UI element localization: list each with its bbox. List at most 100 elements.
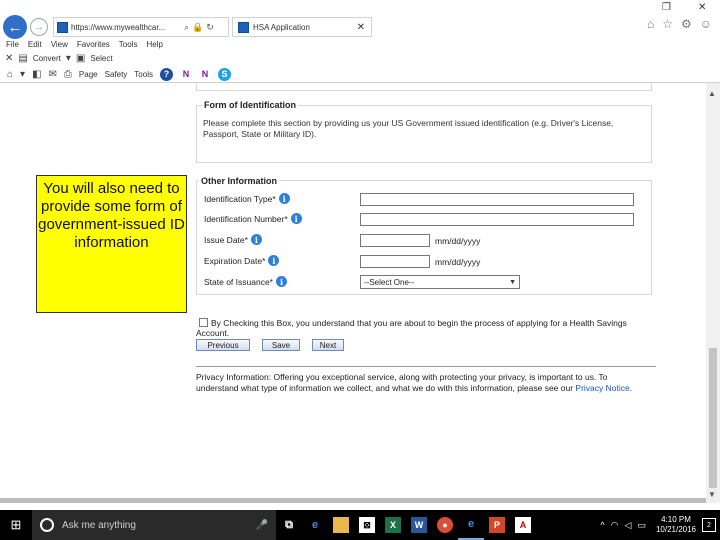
menu-file[interactable]: File	[6, 40, 19, 49]
close-window-icon[interactable]: ✕	[698, 2, 706, 13]
chrome-icon[interactable]: ●	[432, 510, 458, 540]
menu-tools[interactable]: Tools	[119, 40, 138, 49]
page-scrollbar[interactable]: ▲ ▼	[706, 83, 720, 503]
excel-logo-icon: X	[385, 517, 401, 533]
expiration-date-format: mm/dd/yyyy	[435, 257, 481, 267]
help-icon[interactable]: ?	[159, 67, 173, 81]
safety-menu[interactable]: Safety	[105, 70, 128, 79]
star-icon[interactable]: ☆	[662, 17, 673, 31]
clock-date: 10/21/2016	[655, 525, 696, 534]
mail-icon[interactable]: ✉	[49, 69, 57, 80]
state-row: State of Issuance* i	[204, 276, 287, 287]
info-icon[interactable]: i	[290, 213, 302, 224]
tutorial-callout: You will also need to provide some form …	[36, 175, 187, 313]
id-number-input[interactable]	[360, 213, 634, 226]
feeds-icon[interactable]: ◧	[32, 69, 41, 80]
extension-n-icon[interactable]: N	[180, 68, 192, 80]
chevron-up-icon[interactable]: ^	[600, 520, 604, 530]
convert-button[interactable]: Convert	[33, 54, 61, 63]
skype-icon[interactable]: S	[217, 67, 231, 81]
store-icon[interactable]: ⊠	[354, 510, 380, 540]
previous-section-box	[196, 83, 652, 91]
extension-n2-icon[interactable]: N	[199, 68, 211, 80]
address-bar[interactable]: https://www.mywealthcar... ⌕ 🔒 ↻	[53, 17, 229, 37]
network-icon[interactable]: ▭	[637, 520, 646, 531]
gear-icon[interactable]: ⚙	[681, 17, 692, 31]
state-select[interactable]: --Select One-- ▼	[360, 275, 520, 289]
print-icon[interactable]: ⎙	[64, 69, 72, 80]
privacy-period: .	[629, 382, 633, 393]
menu-bar: File Edit View Favorites Tools Help	[0, 38, 720, 51]
state-label: State of Issuance*	[204, 276, 273, 287]
restore-icon[interactable]: ❐	[662, 2, 671, 13]
info-icon[interactable]: i	[278, 193, 290, 204]
tools-menu[interactable]: Tools	[134, 70, 153, 79]
expiration-date-row: Expiration Date* i	[204, 255, 280, 266]
identification-legend: Form of Identification	[202, 100, 298, 110]
privacy-text: Privacy Information: Offering you except…	[196, 372, 608, 393]
menu-favorites[interactable]: Favorites	[77, 40, 110, 49]
menu-view[interactable]: View	[51, 40, 68, 49]
start-button[interactable]: ⊞	[0, 510, 32, 540]
edge-icon[interactable]: e	[302, 510, 328, 540]
menu-help[interactable]: Help	[146, 40, 162, 49]
task-view-icon[interactable]: ⧉	[276, 510, 302, 540]
tab-hsa-application[interactable]: HSA Application ✕	[232, 17, 372, 37]
forward-button[interactable]: →	[30, 18, 48, 36]
chevron-down-icon[interactable]: ▾	[20, 69, 25, 80]
word-icon[interactable]: W	[406, 510, 432, 540]
scroll-down-icon[interactable]: ▼	[708, 490, 716, 499]
select-icon: ▣	[75, 52, 86, 64]
clock[interactable]: 4:10 PM 10/21/2016	[656, 515, 696, 535]
expiration-date-label: Expiration Date*	[204, 255, 266, 266]
dropdown-icon[interactable]: ▾	[66, 53, 71, 64]
word-logo-icon: W	[411, 517, 427, 533]
forward-arrow-icon: →	[33, 21, 45, 33]
id-type-input[interactable]	[360, 193, 634, 206]
page-menu[interactable]: Page	[79, 70, 98, 79]
issue-date-input[interactable]	[360, 234, 430, 247]
speaker-icon[interactable]: ◁	[625, 520, 632, 531]
tab-close-icon[interactable]: ✕	[357, 22, 365, 33]
refresh-icon[interactable]: ↻	[206, 22, 214, 33]
privacy-notice-link[interactable]: Privacy Notice	[575, 383, 629, 393]
info-icon[interactable]: i	[268, 255, 280, 266]
select-button[interactable]: Select	[90, 54, 112, 63]
back-arrow-icon: ←	[7, 18, 23, 36]
expiration-date-input[interactable]	[360, 255, 430, 268]
scrollbar-thumb[interactable]	[709, 348, 717, 488]
wifi-icon[interactable]: ◠	[611, 520, 619, 531]
issue-date-format: mm/dd/yyyy	[435, 236, 481, 246]
menu-edit[interactable]: Edit	[28, 40, 42, 49]
save-button[interactable]: Save	[262, 339, 300, 351]
smiley-icon[interactable]: ☺	[700, 17, 712, 31]
cortana-search[interactable]: Ask me anything 🎤	[32, 510, 276, 540]
info-icon[interactable]: i	[276, 276, 287, 287]
consent-label: By Checking this Box, you understand tha…	[196, 318, 627, 338]
close-toolbar-icon[interactable]: ✕	[5, 53, 13, 64]
search-icon[interactable]: ⌕	[184, 22, 189, 33]
issue-date-row: Issue Date* i	[204, 234, 262, 245]
chevron-down-icon: ▼	[509, 278, 516, 286]
clock-time: 4:10 PM	[661, 515, 691, 524]
windows-taskbar: ⊞ Ask me anything 🎤 ⧉ e ⊠ X W ● e P A ^ …	[0, 510, 720, 540]
scroll-up-icon[interactable]: ▲	[708, 89, 716, 98]
lock-icon[interactable]: 🔒	[192, 22, 203, 33]
file-explorer-icon[interactable]	[328, 510, 354, 540]
internet-explorer-icon[interactable]: e	[458, 510, 484, 540]
id-type-row: Identification Type* i	[204, 193, 290, 204]
browser-right-icons: ⌂ ☆ ⚙ ☺	[647, 17, 712, 31]
next-button[interactable]: Next	[312, 339, 344, 351]
powerpoint-icon[interactable]: P	[484, 510, 510, 540]
home-icon[interactable]: ⌂	[647, 17, 654, 31]
back-button[interactable]: ←	[3, 15, 27, 39]
info-icon[interactable]: i	[250, 234, 262, 245]
acrobat-icon[interactable]: A	[510, 510, 536, 540]
excel-icon[interactable]: X	[380, 510, 406, 540]
microphone-icon[interactable]: 🎤	[256, 520, 268, 531]
previous-button[interactable]: Previous	[196, 339, 250, 351]
site-favicon-icon	[57, 21, 68, 33]
home-small-icon[interactable]: ⌂	[7, 69, 13, 80]
notifications-icon[interactable]: 2	[702, 518, 716, 532]
convert-icon: ▤	[18, 52, 28, 64]
